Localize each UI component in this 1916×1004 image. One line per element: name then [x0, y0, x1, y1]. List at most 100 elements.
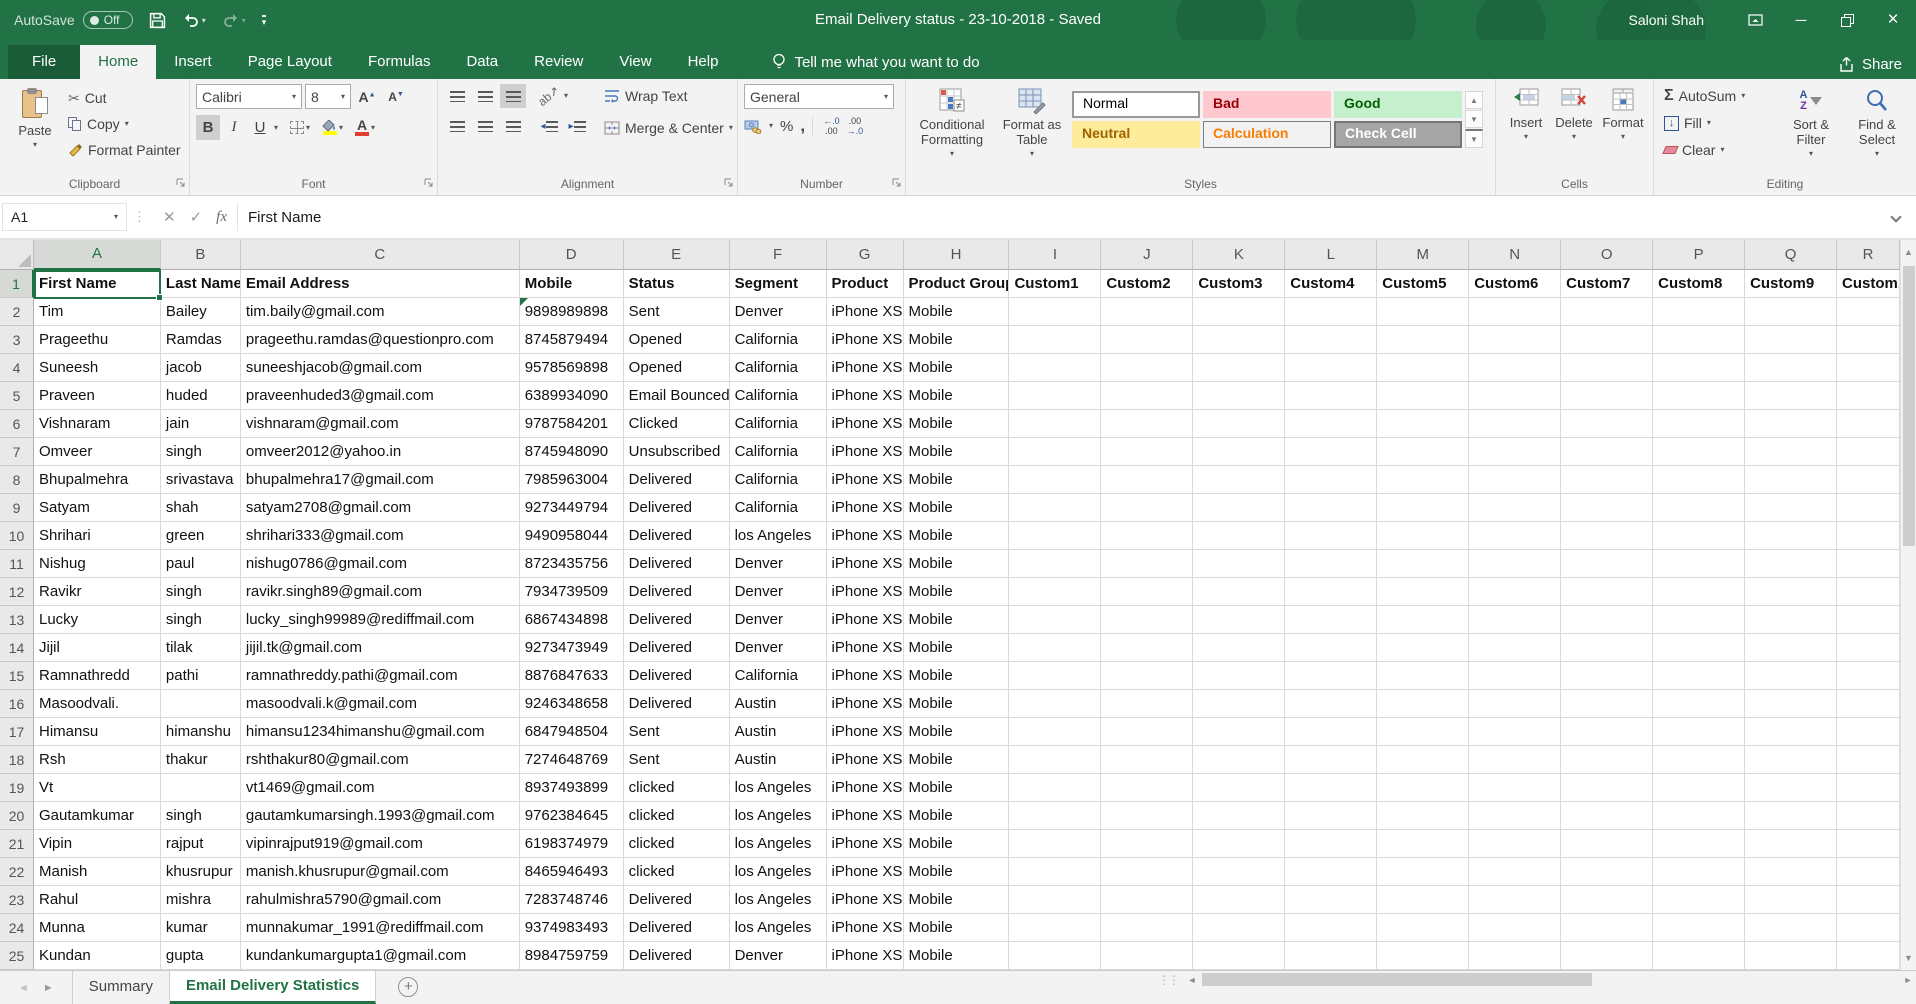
- row-header-5[interactable]: 5: [0, 382, 34, 410]
- insert-function-icon[interactable]: fx: [216, 209, 227, 226]
- cell-R4[interactable]: [1837, 354, 1900, 382]
- cell-D11[interactable]: 8723435756: [520, 550, 624, 578]
- cell-Q1[interactable]: Custom9: [1745, 270, 1837, 298]
- user-name[interactable]: Saloni Shah: [1628, 12, 1704, 28]
- cell-Q24[interactable]: [1745, 914, 1837, 942]
- scroll-right-icon[interactable]: ►: [1900, 975, 1916, 985]
- col-header-H[interactable]: H: [904, 240, 1010, 270]
- increase-decimal-button[interactable]: ←.0 .00: [823, 116, 840, 136]
- cell-L19[interactable]: [1285, 774, 1377, 802]
- cell-R20[interactable]: [1837, 802, 1900, 830]
- clear-button[interactable]: Clear ▾: [1660, 138, 1778, 162]
- restore-button[interactable]: [1824, 0, 1870, 40]
- cell-H25[interactable]: Mobile: [904, 942, 1010, 970]
- cell-J12[interactable]: [1101, 578, 1193, 606]
- cell-B8[interactable]: srivastava: [161, 466, 241, 494]
- cell-B10[interactable]: green: [161, 522, 241, 550]
- cell-L9[interactable]: [1285, 494, 1377, 522]
- cell-M15[interactable]: [1377, 662, 1469, 690]
- cell-H3[interactable]: Mobile: [904, 326, 1010, 354]
- cell-Q16[interactable]: [1745, 690, 1837, 718]
- cell-I19[interactable]: [1009, 774, 1101, 802]
- cell-N2[interactable]: [1469, 298, 1561, 326]
- cell-E4[interactable]: Opened: [624, 354, 730, 382]
- cell-O14[interactable]: [1561, 634, 1653, 662]
- col-header-N[interactable]: N: [1469, 240, 1561, 270]
- cell-B5[interactable]: huded: [161, 382, 241, 410]
- cell-K25[interactable]: [1193, 942, 1285, 970]
- row-header-16[interactable]: 16: [0, 690, 34, 718]
- cell-F22[interactable]: los Angeles: [730, 858, 827, 886]
- cell-A3[interactable]: Prageethu: [34, 326, 161, 354]
- cell-N23[interactable]: [1469, 886, 1561, 914]
- clipboard-dialog-launcher[interactable]: [176, 177, 186, 191]
- cell-J5[interactable]: [1101, 382, 1193, 410]
- cell-N1[interactable]: Custom6: [1469, 270, 1561, 298]
- cell-B19[interactable]: [161, 774, 241, 802]
- cell-N14[interactable]: [1469, 634, 1561, 662]
- cell-I23[interactable]: [1009, 886, 1101, 914]
- cell-F14[interactable]: Denver: [730, 634, 827, 662]
- cell-N16[interactable]: [1469, 690, 1561, 718]
- col-header-F[interactable]: F: [730, 240, 827, 270]
- cell-E16[interactable]: Delivered: [624, 690, 730, 718]
- cell-K13[interactable]: [1193, 606, 1285, 634]
- cell-L20[interactable]: [1285, 802, 1377, 830]
- cell-E5[interactable]: Email Bounced: [624, 382, 730, 410]
- cell-M20[interactable]: [1377, 802, 1469, 830]
- cell-K14[interactable]: [1193, 634, 1285, 662]
- cell-N9[interactable]: [1469, 494, 1561, 522]
- cell-O13[interactable]: [1561, 606, 1653, 634]
- cell-O10[interactable]: [1561, 522, 1653, 550]
- cell-A5[interactable]: Praveen: [34, 382, 161, 410]
- cell-J6[interactable]: [1101, 410, 1193, 438]
- cell-I15[interactable]: [1009, 662, 1101, 690]
- cell-B3[interactable]: Ramdas: [161, 326, 241, 354]
- cell-B7[interactable]: singh: [161, 438, 241, 466]
- cell-C8[interactable]: bhupalmehra17@gmail.com: [241, 466, 520, 494]
- cell-N20[interactable]: [1469, 802, 1561, 830]
- cell-L10[interactable]: [1285, 522, 1377, 550]
- cell-P25[interactable]: [1653, 942, 1745, 970]
- cell-O11[interactable]: [1561, 550, 1653, 578]
- cell-O5[interactable]: [1561, 382, 1653, 410]
- cell-Q10[interactable]: [1745, 522, 1837, 550]
- cell-H16[interactable]: Mobile: [904, 690, 1010, 718]
- cell-Q15[interactable]: [1745, 662, 1837, 690]
- cell-L22[interactable]: [1285, 858, 1377, 886]
- gallery-down-icon[interactable]: ▼: [1465, 110, 1483, 128]
- cancel-icon[interactable]: ✕: [163, 208, 176, 226]
- cell-A2[interactable]: Tim: [34, 298, 161, 326]
- cell-J3[interactable]: [1101, 326, 1193, 354]
- tab-page-layout[interactable]: Page Layout: [230, 45, 350, 79]
- cell-N3[interactable]: [1469, 326, 1561, 354]
- cell-H19[interactable]: Mobile: [904, 774, 1010, 802]
- tab-review[interactable]: Review: [516, 45, 601, 79]
- cut-button[interactable]: ✂ Cut: [64, 86, 185, 110]
- cell-N4[interactable]: [1469, 354, 1561, 382]
- cell-M4[interactable]: [1377, 354, 1469, 382]
- cell-D23[interactable]: 7283748746: [520, 886, 624, 914]
- font-color-button[interactable]: A: [355, 119, 369, 136]
- cell-O1[interactable]: Custom7: [1561, 270, 1653, 298]
- cell-Q9[interactable]: [1745, 494, 1837, 522]
- cell-M22[interactable]: [1377, 858, 1469, 886]
- cell-Q21[interactable]: [1745, 830, 1837, 858]
- cell-Q11[interactable]: [1745, 550, 1837, 578]
- cell-C18[interactable]: rshthakur80@gmail.com: [241, 746, 520, 774]
- cell-Q8[interactable]: [1745, 466, 1837, 494]
- cell-N19[interactable]: [1469, 774, 1561, 802]
- cell-L6[interactable]: [1285, 410, 1377, 438]
- cell-J25[interactable]: [1101, 942, 1193, 970]
- cell-D3[interactable]: 8745879494: [520, 326, 624, 354]
- cell-Q7[interactable]: [1745, 438, 1837, 466]
- cell-J22[interactable]: [1101, 858, 1193, 886]
- cell-P21[interactable]: [1653, 830, 1745, 858]
- cell-A23[interactable]: Rahul: [34, 886, 161, 914]
- cell-B6[interactable]: jain: [161, 410, 241, 438]
- cell-Q2[interactable]: [1745, 298, 1837, 326]
- bold-button[interactable]: B: [196, 115, 220, 140]
- cell-J17[interactable]: [1101, 718, 1193, 746]
- cell-I10[interactable]: [1009, 522, 1101, 550]
- row-header-11[interactable]: 11: [0, 550, 34, 578]
